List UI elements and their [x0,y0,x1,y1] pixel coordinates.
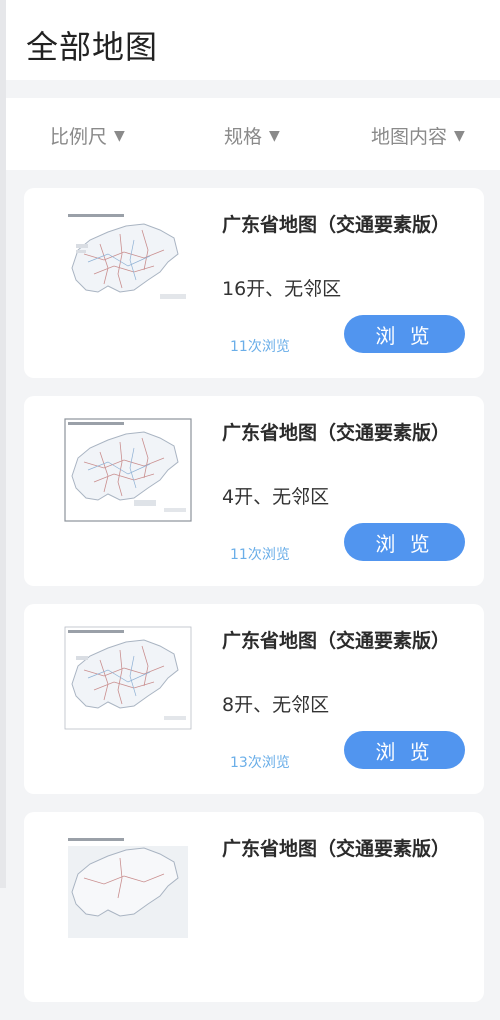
filter-content[interactable]: 地图内容 ▼ [371,122,465,149]
view-count: 11次浏览 [230,339,290,355]
card-spec: 8开、无邻区 [222,694,330,716]
filter-content-label: 地图内容 [371,126,448,148]
map-thumbnail [64,626,192,730]
card-spec: 16开、无邻区 [222,278,342,300]
map-list: 广东省地图（交通要素版） 16开、无邻区 11次浏览 浏 览 广东省地图（交通要… [24,188,484,1020]
view-count: 13次浏览 [230,755,290,771]
filter-scale[interactable]: 比例尺 ▼ [50,122,125,149]
header: 全部地图 [6,0,500,80]
map-thumbnail [64,418,192,522]
map-card[interactable]: 广东省地图（交通要素版） [24,812,484,1002]
card-title: 广东省地图（交通要素版） [222,630,451,652]
map-card[interactable]: 广东省地图（交通要素版） 4开、无邻区 11次浏览 浏 览 [24,396,484,586]
filter-size[interactable]: 规格 ▼ [224,122,280,149]
page-title: 全部地图 [26,28,159,66]
map-thumbnail [64,210,192,314]
card-title: 广东省地图（交通要素版） [222,214,451,236]
map-card[interactable]: 广东省地图（交通要素版） 16开、无邻区 11次浏览 浏 览 [24,188,484,378]
dropdown-arrow-icon: ▼ [269,127,280,144]
browse-button[interactable]: 浏 览 [344,523,465,561]
dropdown-arrow-icon: ▼ [114,127,125,144]
view-count: 11次浏览 [230,547,290,563]
map-thumbnail [64,834,192,938]
filter-scale-label: 比例尺 [50,126,108,148]
browse-button[interactable]: 浏 览 [344,731,465,769]
card-title: 广东省地图（交通要素版） [222,422,451,444]
browse-button[interactable]: 浏 览 [344,315,465,353]
card-title: 广东省地图（交通要素版） [222,838,451,860]
filter-bar: 比例尺 ▼ 规格 ▼ 地图内容 ▼ [6,98,500,170]
card-spec: 4开、无邻区 [222,486,330,508]
map-card[interactable]: 广东省地图（交通要素版） 8开、无邻区 13次浏览 浏 览 [24,604,484,794]
dropdown-arrow-icon: ▼ [454,127,465,144]
filter-size-label: 规格 [224,126,263,148]
